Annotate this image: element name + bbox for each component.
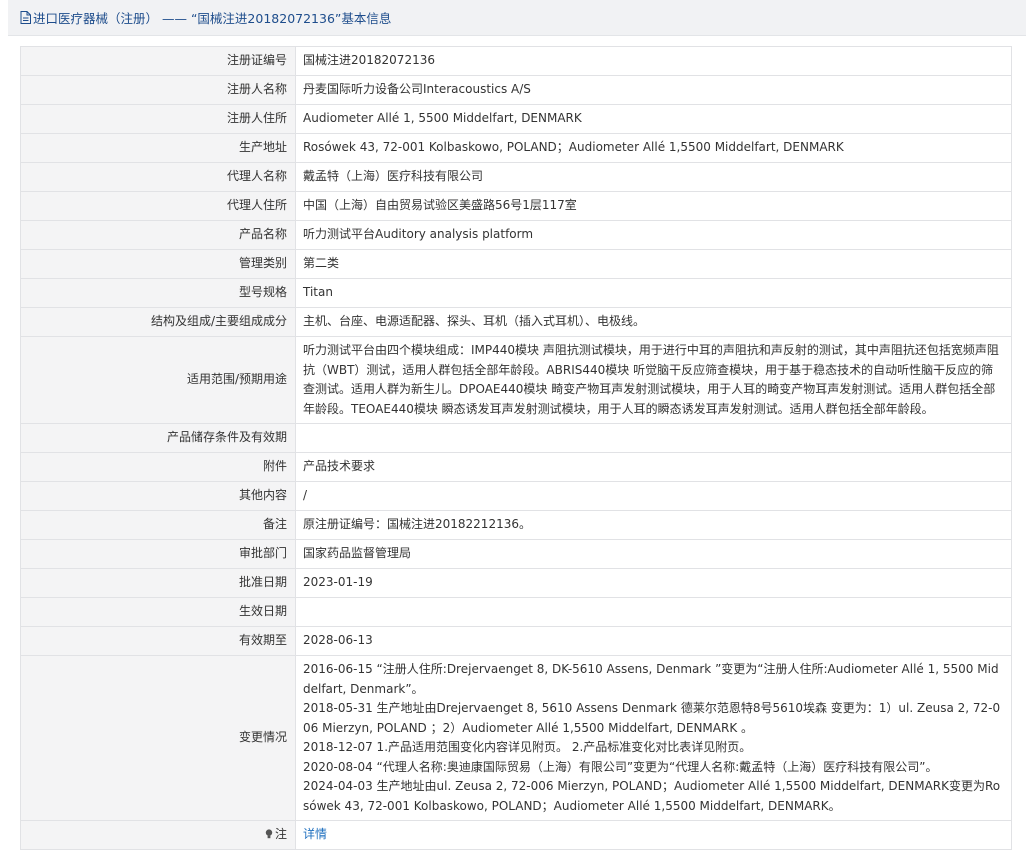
field-key: 生产地址 — [20, 133, 296, 163]
field-value: 主机、台座、电源适配器、探头、耳机（插入式耳机）、电极线。 — [295, 307, 1012, 337]
field-value: 2028-06-13 — [295, 626, 1012, 656]
info-table: 注册证编号 国械注进20182072136 注册人名称 丹麦国际听力设备公司In… — [20, 46, 1012, 850]
table-row: 产品储存条件及有效期 — [20, 423, 1012, 453]
field-key: 结构及组成/主要组成成分 — [20, 307, 296, 337]
field-value: 中国（上海）自由贸易试验区美盛路56号1层117室 — [295, 191, 1012, 221]
field-key: 管理类别 — [20, 249, 296, 279]
page-title: 进口医疗器械（注册） —— “国械注进20182072136”基本信息 — [33, 11, 392, 26]
change-entry: 2024-04-03 生产地址由ul. Zeusa 2, 72-006 Mier… — [303, 779, 1001, 813]
change-entry: 2018-05-31 生产地址由Drejervaenget 8, 5610 As… — [303, 701, 1001, 735]
field-value — [295, 423, 1012, 453]
field-key: 代理人名称 — [20, 162, 296, 192]
field-key: 代理人住所 — [20, 191, 296, 221]
table-row: 批准日期 2023-01-19 — [20, 568, 1012, 598]
table-row: 生效日期 — [20, 597, 1012, 627]
field-value: 听力测试平台由四个模块组成：IMP440模块 声阻抗测试模块，用于进行中耳的声阻… — [295, 336, 1012, 424]
document-icon — [20, 11, 31, 24]
field-key: 备注 — [20, 510, 296, 540]
field-key: 其他内容 — [20, 481, 296, 511]
field-value: 丹麦国际听力设备公司Interacoustics A/S — [295, 75, 1012, 105]
note-label: 注 — [274, 827, 287, 842]
field-key: 注册证编号 — [20, 46, 296, 76]
details-link[interactable]: 详情 — [303, 827, 327, 841]
field-key: 适用范围/预期用途 — [20, 336, 296, 424]
table-row: 代理人住所 中国（上海）自由贸易试验区美盛路56号1层117室 — [20, 191, 1012, 221]
table-row-note: 注 详情 — [20, 820, 1012, 850]
change-entry: 2018-12-07 1.产品适用范围变化内容详见附页。 2.产品标准变化对比表… — [303, 740, 752, 754]
field-value: 原注册证编号：国械注进20182212136。 — [295, 510, 1012, 540]
table-row: 附件 产品技术要求 — [20, 452, 1012, 482]
field-value: 第二类 — [295, 249, 1012, 279]
lightbulb-icon — [265, 826, 273, 839]
table-row: 适用范围/预期用途 听力测试平台由四个模块组成：IMP440模块 声阻抗测试模块… — [20, 336, 1012, 424]
table-row: 其他内容 / — [20, 481, 1012, 511]
field-value: 听力测试平台Auditory analysis platform — [295, 220, 1012, 250]
field-key: 附件 — [20, 452, 296, 482]
field-value: / — [295, 481, 1012, 511]
field-key: 注册人名称 — [20, 75, 296, 105]
change-entry: 2016-06-15 “注册人住所:Drejervaenget 8, DK-56… — [303, 662, 999, 696]
table-row: 产品名称 听力测试平台Auditory analysis platform — [20, 220, 1012, 250]
change-entry: 2020-08-04 “代理人名称:奥迪康国际贸易（上海）有限公司”变更为“代理… — [303, 759, 938, 774]
field-value: Audiometer Allé 1, 5500 Middelfart, DENM… — [295, 104, 1012, 134]
field-value: Rosówek 43, 72-001 Kolbaskowo, POLAND；Au… — [295, 133, 1012, 163]
field-key: 型号规格 — [20, 278, 296, 308]
field-key: 变更情况 — [20, 655, 296, 821]
field-value: 2023-01-19 — [295, 568, 1012, 598]
page-header: 进口医疗器械（注册） —— “国械注进20182072136”基本信息 — [8, 0, 1026, 36]
field-key: 有效期至 — [20, 626, 296, 656]
field-value: Titan — [295, 278, 1012, 308]
field-key: 注册人住所 — [20, 104, 296, 134]
table-row: 有效期至 2028-06-13 — [20, 626, 1012, 656]
change-history: 2016-06-15 “注册人住所:Drejervaenget 8, DK-56… — [295, 655, 1012, 821]
table-row: 代理人名称 戴孟特（上海）医疗科技有限公司 — [20, 162, 1012, 192]
table-row-changes: 变更情况 2016-06-15 “注册人住所:Drejervaenget 8, … — [20, 655, 1012, 821]
table-row: 结构及组成/主要组成成分 主机、台座、电源适配器、探头、耳机（插入式耳机）、电极… — [20, 307, 1012, 337]
table-row: 注册人名称 丹麦国际听力设备公司Interacoustics A/S — [20, 75, 1012, 105]
note-value: 详情 — [295, 820, 1012, 850]
note-key: 注 — [20, 820, 296, 850]
field-key: 产品名称 — [20, 220, 296, 250]
field-value: 国械注进20182072136 — [295, 46, 1012, 76]
field-key: 生效日期 — [20, 597, 296, 627]
table-row: 注册证编号 国械注进20182072136 — [20, 46, 1012, 76]
table-row: 备注 原注册证编号：国械注进20182212136。 — [20, 510, 1012, 540]
field-value: 国家药品监督管理局 — [295, 539, 1012, 569]
field-key: 产品储存条件及有效期 — [20, 423, 296, 453]
field-key: 批准日期 — [20, 568, 296, 598]
table-row: 审批部门 国家药品监督管理局 — [20, 539, 1012, 569]
table-row: 注册人住所 Audiometer Allé 1, 5500 Middelfart… — [20, 104, 1012, 134]
field-value — [295, 597, 1012, 627]
field-key: 审批部门 — [20, 539, 296, 569]
table-row: 管理类别 第二类 — [20, 249, 1012, 279]
table-row: 型号规格 Titan — [20, 278, 1012, 308]
field-value: 戴孟特（上海）医疗科技有限公司 — [295, 162, 1012, 192]
table-row: 生产地址 Rosówek 43, 72-001 Kolbaskowo, POLA… — [20, 133, 1012, 163]
field-value: 产品技术要求 — [295, 452, 1012, 482]
